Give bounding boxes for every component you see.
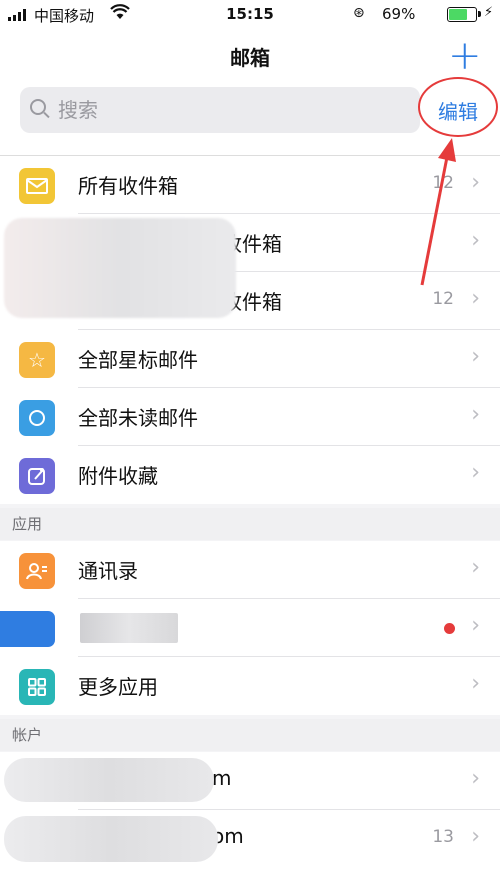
contacts-icon	[19, 553, 55, 589]
chevron-right-icon: ›	[471, 613, 480, 638]
search-input[interactable]	[58, 87, 408, 133]
list-item-starred[interactable]: ☆ 全部星标邮件 ›	[0, 330, 500, 388]
list-item-label: 所有收件箱	[78, 174, 178, 198]
count-badge: 13	[432, 827, 454, 847]
list-item-unread[interactable]: 全部未读邮件 ›	[0, 388, 500, 446]
circle-icon	[19, 400, 55, 436]
list-item-label: 全部未读邮件	[78, 406, 198, 430]
blue-app-icon	[0, 611, 55, 647]
list-item-label: 附件收藏	[78, 464, 158, 488]
chevron-right-icon: ›	[471, 170, 480, 195]
section-header-accounts: 帐户	[0, 719, 500, 751]
blurred-account-email	[4, 758, 214, 802]
chevron-right-icon: ›	[471, 766, 480, 791]
list-item-label: 更多应用	[78, 675, 158, 699]
rotation-lock-icon: ⊛	[353, 5, 365, 21]
envelope-icon	[19, 168, 55, 204]
blurred-account-avatar	[4, 218, 236, 318]
blurred-account-email	[4, 816, 218, 862]
plus-icon[interactable]: +	[448, 30, 482, 82]
list-item-label: 全部星标邮件	[78, 348, 198, 372]
count-badge: 12	[432, 289, 454, 309]
charging-icon: ⚡	[484, 5, 494, 20]
chevron-right-icon: ›	[471, 671, 480, 696]
chevron-right-icon: ›	[471, 824, 480, 849]
list-item-attachments[interactable]: 附件收藏 ›	[0, 446, 500, 504]
list-item-more-apps[interactable]: 更多应用 ›	[0, 657, 500, 715]
list-item-contacts[interactable]: 通讯录 ›	[0, 541, 500, 599]
page-title: 邮箱	[230, 46, 270, 70]
list-item-label: m	[212, 766, 232, 790]
chevron-right-icon: ›	[471, 286, 480, 311]
attachment-icon	[19, 458, 55, 494]
chevron-right-icon: ›	[471, 344, 480, 369]
chevron-right-icon: ›	[471, 555, 480, 580]
annotation-circle	[418, 77, 498, 137]
nav-bar: 邮箱 + 编辑	[0, 30, 500, 156]
section-header-apps: 应用	[0, 508, 500, 540]
list-item-label: 通讯录	[78, 559, 138, 583]
battery-percent: 69%	[382, 5, 416, 23]
list-item-partial	[0, 868, 500, 893]
list-item-all-inbox[interactable]: 所有收件箱 12 ›	[0, 156, 500, 214]
star-icon: ☆	[19, 342, 55, 378]
count-badge: 12	[432, 173, 454, 193]
status-bar: 中国移动 15:15 ⊛ 69% ⚡	[0, 0, 500, 30]
battery-icon	[447, 7, 477, 22]
grid-icon	[19, 669, 55, 705]
chevron-right-icon: ›	[471, 460, 480, 485]
chevron-right-icon: ›	[471, 228, 480, 253]
chevron-right-icon: ›	[471, 402, 480, 427]
clock: 15:15	[226, 5, 274, 23]
search-icon	[30, 99, 46, 115]
list-item-app-blurred[interactable]: ›	[0, 599, 500, 657]
notification-dot	[444, 623, 455, 634]
blurred-app-name	[80, 613, 178, 643]
search-bar[interactable]	[20, 87, 420, 133]
